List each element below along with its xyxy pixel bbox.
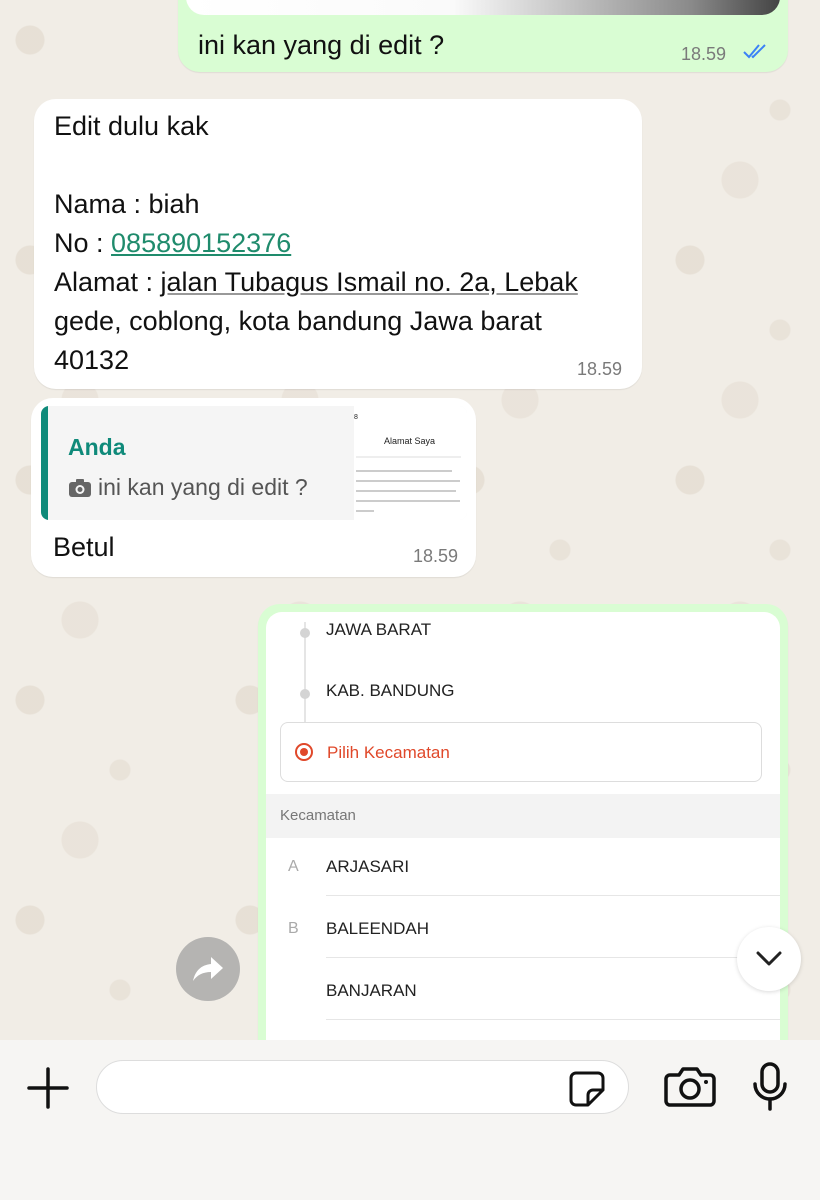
radio-selected-icon bbox=[295, 743, 313, 761]
message-line: 40132 bbox=[54, 345, 130, 375]
message-time: 18.59 bbox=[680, 44, 726, 64]
forward-button[interactable] bbox=[176, 937, 240, 1001]
step-dot bbox=[300, 689, 310, 699]
thumb-text-line bbox=[356, 470, 452, 472]
district-item: BANJARAN bbox=[326, 981, 417, 1000]
scroll-to-bottom-button[interactable] bbox=[737, 927, 801, 991]
sticker-icon[interactable] bbox=[568, 1070, 606, 1113]
message-line: Edit dulu kak bbox=[54, 111, 209, 141]
picker-label: Pilih Kecamatan bbox=[327, 743, 450, 762]
message-body: Edit dulu kak Nama : biah No : 085890152… bbox=[54, 107, 622, 380]
chat-background: ini kan yang di edit ? 18.59 Edit dulu k… bbox=[0, 0, 820, 1040]
screenshot-image[interactable]: JAWA BARAT KAB. BANDUNG Pilih Kecamatan … bbox=[266, 612, 780, 1040]
thumb-status-bar: 8 bbox=[354, 414, 358, 421]
plus-icon[interactable] bbox=[26, 1066, 70, 1115]
message-text: ini kan yang di edit ? bbox=[198, 30, 445, 60]
message-input-box[interactable] bbox=[96, 1060, 629, 1114]
divider bbox=[326, 1019, 780, 1020]
thumb-divider bbox=[356, 456, 461, 458]
thumb-title: Alamat Saya bbox=[384, 436, 436, 446]
incoming-message-bubble[interactable]: Edit dulu kak Nama : biah No : 085890152… bbox=[34, 99, 642, 389]
mic-icon[interactable] bbox=[752, 1062, 788, 1117]
quote-caption: ini kan yang di edit ? bbox=[98, 474, 308, 500]
forward-icon bbox=[193, 957, 223, 981]
district-picker: Pilih Kecamatan bbox=[280, 722, 762, 782]
phone-link[interactable]: 085890152376 bbox=[111, 228, 291, 258]
step-regency: KAB. BANDUNG bbox=[326, 681, 455, 700]
index-letter: A bbox=[288, 858, 299, 875]
message-line: Nama : biah bbox=[54, 189, 200, 219]
quote-text-row: ini kan yang di edit ? bbox=[68, 474, 308, 501]
reply-text: Betul bbox=[53, 532, 115, 562]
section-header: Kecamatan bbox=[266, 794, 780, 838]
address-link[interactable]: jalan Tubagus Ismail no. 2a, Lebak bbox=[161, 267, 578, 297]
incoming-reply-bubble[interactable]: Anda ini kan yang di edit ? 8 Alamat Say… bbox=[31, 398, 476, 577]
chevron-down-icon bbox=[756, 951, 782, 966]
thumb-text-line bbox=[356, 490, 456, 492]
message-time: 18.59 bbox=[412, 546, 458, 566]
district-item: ARJASARI bbox=[326, 857, 410, 876]
camera-icon[interactable] bbox=[664, 1065, 716, 1112]
quote-accent-bar bbox=[41, 406, 48, 520]
outgoing-message-bubble[interactable]: ini kan yang di edit ? 18.59 bbox=[178, 0, 788, 72]
thumb-text-line bbox=[356, 510, 374, 512]
divider bbox=[326, 895, 780, 896]
address-label: Alamat : bbox=[54, 267, 161, 297]
quote-author: Anda bbox=[68, 434, 126, 460]
thumb-text-line bbox=[356, 480, 460, 482]
divider bbox=[326, 957, 780, 958]
message-line: Alamat : jalan Tubagus Ismail no. 2a, Le… bbox=[54, 263, 622, 302]
message-input[interactable] bbox=[115, 1071, 559, 1105]
message-time: 18.59 bbox=[576, 359, 622, 379]
index-letter: B bbox=[288, 920, 299, 937]
step-province: JAWA BARAT bbox=[326, 620, 432, 639]
double-check-icon bbox=[742, 42, 768, 65]
phone-label: No : bbox=[54, 228, 112, 258]
quote-thumbnail: 8 Alamat Saya bbox=[354, 406, 467, 520]
image-preview[interactable] bbox=[186, 0, 780, 15]
section-label: Kecamatan bbox=[280, 807, 356, 824]
thumb-text-line bbox=[356, 500, 460, 502]
message-line: No : 085890152376 bbox=[54, 224, 622, 263]
step-dot bbox=[300, 628, 310, 638]
quoted-message[interactable]: Anda ini kan yang di edit ? 8 Alamat Say… bbox=[41, 406, 467, 520]
outgoing-image-bubble[interactable]: JAWA BARAT KAB. BANDUNG Pilih Kecamatan … bbox=[258, 604, 788, 1040]
camera-icon bbox=[69, 478, 91, 497]
district-item: BALEENDAH bbox=[326, 919, 429, 938]
message-line: gede, coblong, kota bandung Jawa barat bbox=[54, 306, 542, 336]
